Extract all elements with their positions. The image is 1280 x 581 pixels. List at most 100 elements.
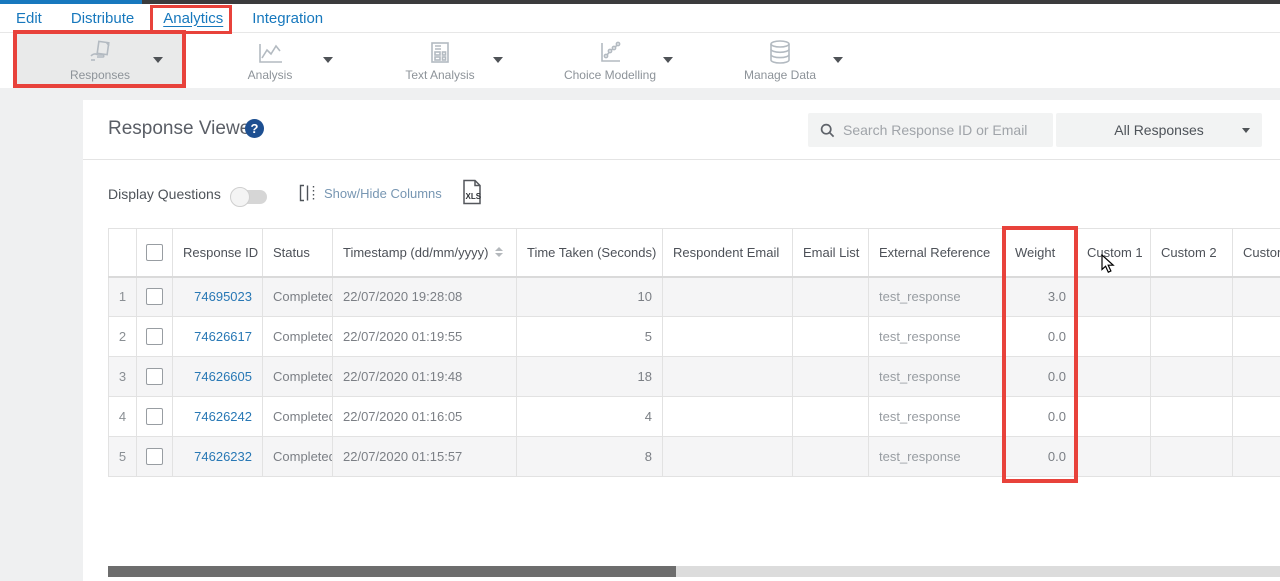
row-number: 5 — [109, 437, 137, 477]
row-checkbox-cell — [137, 357, 173, 397]
header-response-id[interactable]: Response ID — [173, 229, 263, 277]
header-weight: Weight — [1005, 229, 1077, 277]
custom3-cell — [1233, 397, 1280, 437]
table-row: 4 74626242 Completed 22/07/2020 01:16:05… — [109, 397, 1280, 437]
toolbar-item-choice-modelling[interactable]: Choice Modelling — [525, 33, 695, 88]
toolbar-item-text-analysis[interactable]: Text Analysis — [355, 33, 525, 88]
chevron-down-icon[interactable] — [153, 57, 163, 63]
table-row: 5 74626232 Completed 22/07/2020 01:15:57… — [109, 437, 1280, 477]
response-id-link[interactable]: 74626617 — [173, 317, 263, 357]
weight-cell: 0.0 — [1005, 397, 1077, 437]
row-checkbox[interactable] — [146, 448, 163, 465]
svg-text:XLS: XLS — [466, 192, 482, 201]
row-number: 1 — [109, 277, 137, 317]
table-row: 1 74695023 Completed 22/07/2020 19:28:08… — [109, 277, 1280, 317]
nav-tab-integration[interactable]: Integration — [252, 10, 323, 27]
row-checkbox[interactable] — [146, 408, 163, 425]
weight-cell: 0.0 — [1005, 317, 1077, 357]
weight-cell: 3.0 — [1005, 277, 1077, 317]
newspaper-icon — [428, 39, 452, 65]
display-questions-toggle[interactable] — [233, 190, 267, 204]
horizontal-scrollbar[interactable] — [108, 566, 1280, 577]
custom2-cell — [1151, 317, 1233, 357]
row-number: 3 — [109, 357, 137, 397]
custom2-cell — [1151, 437, 1233, 477]
header-rownum — [109, 229, 137, 277]
status-cell: Completed — [263, 397, 333, 437]
help-icon[interactable]: ? — [245, 119, 264, 138]
responses-table-wrap: Response ID Status Timestamp (dd/mm/yyyy… — [108, 228, 1280, 477]
timestamp-cell: 22/07/2020 01:19:48 — [333, 357, 517, 397]
custom2-cell — [1151, 277, 1233, 317]
sort-icon[interactable] — [495, 247, 503, 257]
chevron-down-icon[interactable] — [493, 57, 503, 63]
respondent-email-cell — [663, 397, 793, 437]
external-reference-cell: test_response — [869, 397, 1005, 437]
respondent-email-cell — [663, 277, 793, 317]
export-xls-button[interactable]: XLS — [461, 179, 483, 210]
toolbar-item-label: Responses — [70, 68, 130, 82]
row-checkbox[interactable] — [146, 328, 163, 345]
show-hide-columns-button[interactable]: Show/Hide Columns — [299, 184, 442, 202]
timestamp-cell: 22/07/2020 01:16:05 — [333, 397, 517, 437]
chevron-down-icon — [1242, 128, 1250, 133]
header-external-reference: External Reference — [869, 229, 1005, 277]
search-box[interactable] — [808, 113, 1053, 147]
status-cell: Completed — [263, 357, 333, 397]
columns-icon — [299, 184, 316, 202]
responses-filter-value: All Responses — [1114, 122, 1204, 138]
time-taken-cell: 5 — [517, 317, 663, 357]
search-input[interactable] — [843, 122, 1043, 138]
select-all-checkbox[interactable] — [146, 244, 163, 261]
nav-tab-distribute[interactable]: Distribute — [71, 10, 134, 27]
weight-cell: 0.0 — [1005, 357, 1077, 397]
row-checkbox-cell — [137, 277, 173, 317]
scrollbar-thumb[interactable] — [108, 566, 676, 577]
response-id-link[interactable]: 74626605 — [173, 357, 263, 397]
weight-cell: 0.0 — [1005, 437, 1077, 477]
database-icon — [767, 39, 793, 65]
custom3-cell — [1233, 317, 1280, 357]
row-checkbox-cell — [137, 397, 173, 437]
toolbar-item-responses[interactable]: Responses — [15, 33, 185, 88]
toolbar-item-manage-data[interactable]: Manage Data — [695, 33, 865, 88]
response-id-link[interactable]: 74626232 — [173, 437, 263, 477]
status-cell: Completed — [263, 317, 333, 357]
email-list-cell — [793, 317, 869, 357]
header-time-taken[interactable]: Time Taken (Seconds) — [517, 229, 663, 277]
toolbar-item-analysis[interactable]: Analysis — [185, 33, 355, 88]
toolbar-item-label: Choice Modelling — [564, 68, 656, 82]
custom3-cell — [1233, 357, 1280, 397]
hand-document-icon — [86, 39, 114, 65]
card-header: Response Viewer ? All Responses — [83, 100, 1280, 160]
response-id-link[interactable]: 74695023 — [173, 277, 263, 317]
page-background-band — [0, 88, 1280, 100]
row-checkbox[interactable] — [146, 368, 163, 385]
email-list-cell — [793, 357, 869, 397]
custom1-cell — [1077, 357, 1151, 397]
analytics-toolbar: Responses Analysis — [0, 33, 1280, 88]
scatter-chart-icon — [596, 39, 624, 65]
nav-tab-edit[interactable]: Edit — [16, 10, 42, 27]
header-custom-2: Custom 2 — [1151, 229, 1233, 277]
custom2-cell — [1151, 397, 1233, 437]
external-reference-cell: test_response — [869, 317, 1005, 357]
email-list-cell — [793, 437, 869, 477]
custom1-cell — [1077, 437, 1151, 477]
timestamp-cell: 22/07/2020 19:28:08 — [333, 277, 517, 317]
show-hide-columns-label: Show/Hide Columns — [324, 186, 442, 201]
header-timestamp[interactable]: Timestamp (dd/mm/yyyy) — [333, 229, 517, 277]
respondent-email-cell — [663, 437, 793, 477]
chevron-down-icon[interactable] — [833, 57, 843, 63]
row-checkbox[interactable] — [146, 288, 163, 305]
response-id-link[interactable]: 74626242 — [173, 397, 263, 437]
chevron-down-icon[interactable] — [663, 57, 673, 63]
table-controls: Display Questions Show/Hide Columns XLS — [83, 160, 1280, 228]
chevron-down-icon[interactable] — [323, 57, 333, 63]
table-row: 3 74626605 Completed 22/07/2020 01:19:48… — [109, 357, 1280, 397]
page-title: Response Viewer — [108, 118, 257, 140]
nav-tab-analytics[interactable]: Analytics — [163, 10, 223, 27]
responses-filter-dropdown[interactable]: All Responses — [1056, 113, 1262, 147]
custom1-cell — [1077, 317, 1151, 357]
time-taken-cell: 10 — [517, 277, 663, 317]
